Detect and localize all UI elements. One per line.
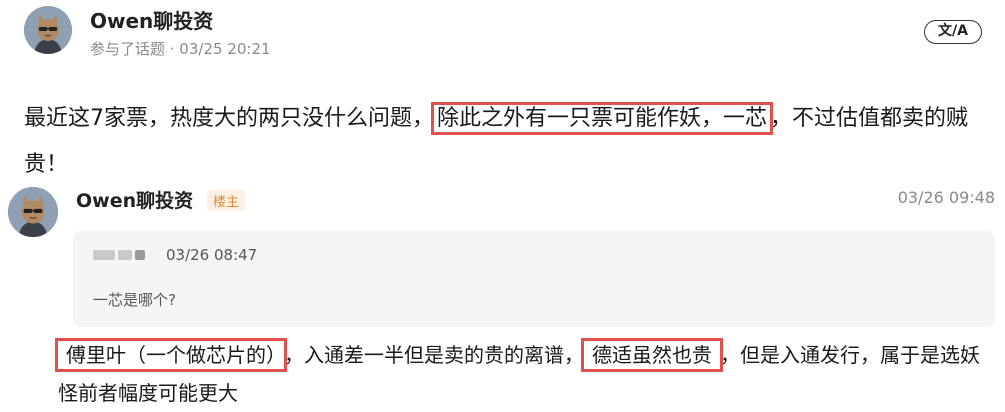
reply-body: 傅里叶（一个做芯片的） ，入通差一半但是卖的贵的离谱， 德适虽然也贵 ，但是入通发行，… — [55, 336, 998, 412]
reply-text-mid: ，入通差一半但是卖的贵的离谱， — [284, 343, 584, 367]
quoted-comment[interactable]: 03/26 08:47 一芯是哪个? — [73, 231, 995, 327]
quoted-comment-text: 一芯是哪个? — [93, 291, 176, 309]
post-author-avatar[interactable] — [24, 6, 72, 54]
reply-highlight-2: 德适虽然也贵 — [581, 338, 723, 372]
quoted-user-name-blurred — [93, 250, 145, 260]
post-body: 最近这7家票，热度大的两只没什么问题， 除此之外有一只票可能作妖，一芯 ，不过估值都… — [24, 96, 984, 188]
reply-timestamp: 03/26 09:48 — [897, 188, 995, 207]
post-text-part1: 最近这7家票，热度大的两只没什么问题， — [24, 106, 434, 131]
quoted-comment-time: 03/26 08:47 — [166, 246, 258, 264]
post-highlight: 除此之外有一只票可能作妖，一芯 — [430, 102, 774, 135]
post-author-name[interactable]: Owen聊投资 — [90, 5, 213, 34]
blurred-text-block — [93, 250, 115, 260]
op-badge: 楼主 — [207, 190, 246, 211]
reply-author-name[interactable]: Owen聊投资 — [76, 186, 193, 213]
post-meta: 参与了话题 · 03/25 20:21 — [90, 40, 271, 58]
translate-button[interactable]: 文/A — [924, 20, 982, 44]
cat-avatar-icon — [24, 6, 72, 54]
reply-author-avatar[interactable] — [8, 187, 58, 237]
blurred-text-block — [118, 250, 132, 260]
reply-highlight-1: 傅里叶（一个做芯片的） — [55, 338, 287, 372]
blurred-text-block — [135, 250, 145, 260]
cat-avatar-icon — [8, 187, 58, 237]
